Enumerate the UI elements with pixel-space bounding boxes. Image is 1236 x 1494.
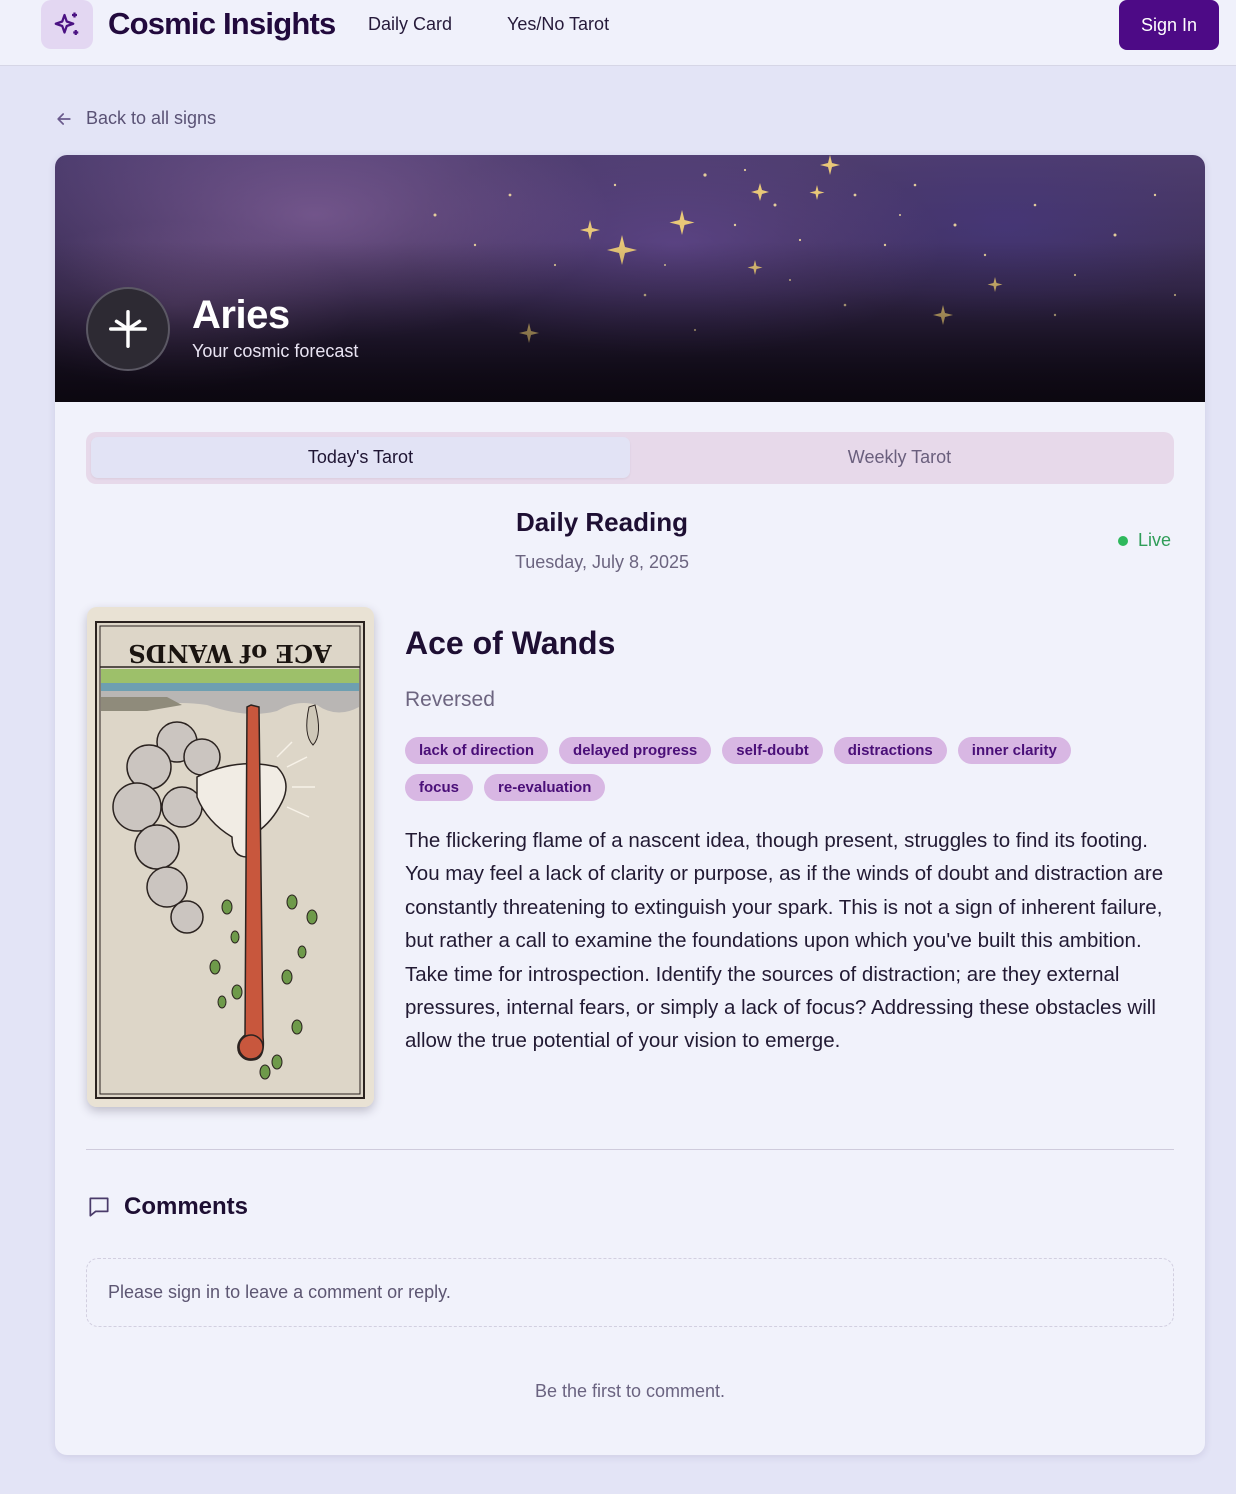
sign-subtitle: Your cosmic forecast bbox=[192, 341, 359, 361]
sign-in-button[interactable]: Sign In bbox=[1119, 0, 1219, 50]
tarot-tabs: Today's Tarot Weekly Tarot bbox=[86, 432, 1174, 484]
tarot-card-image: ACE of WANDS bbox=[87, 607, 374, 1107]
nav-daily-card[interactable]: Daily Card bbox=[368, 14, 452, 35]
live-label: Live bbox=[1138, 530, 1172, 550]
tab-weekly-tarot[interactable]: Weekly Tarot bbox=[630, 437, 1169, 478]
card-title-text: ACE of WANDS bbox=[128, 639, 332, 668]
hero-gradient-overlay bbox=[55, 155, 1205, 402]
reading-date: Tuesday, July 8, 2025 bbox=[514, 552, 690, 572]
keyword-chips: lack of direction delayed progress self-… bbox=[405, 737, 1125, 801]
keyword-chip: focus bbox=[405, 774, 474, 801]
back-link-label: Back to all signs bbox=[86, 108, 217, 128]
sparkles-icon bbox=[54, 12, 79, 35]
aries-sparkle-icon bbox=[109, 310, 147, 348]
message-square-icon bbox=[89, 1197, 109, 1217]
keyword-chip: lack of direction bbox=[405, 737, 549, 764]
nav-yes-no-tarot[interactable]: Yes/No Tarot bbox=[507, 14, 609, 35]
card-orientation: Reversed bbox=[405, 688, 495, 711]
live-dot-icon bbox=[1118, 535, 1128, 546]
back-to-all-signs-link[interactable]: Back to all signs bbox=[54, 108, 216, 129]
keyword-chip: re-evaluation bbox=[484, 774, 606, 801]
keyword-chip: self-doubt bbox=[722, 737, 823, 764]
live-status-badge: Live bbox=[1118, 530, 1171, 551]
aries-sign-badge bbox=[86, 287, 170, 371]
keyword-chip: inner clarity bbox=[957, 737, 1071, 764]
keyword-chip: delayed progress bbox=[559, 737, 712, 764]
ace-of-wands-illustration: ACE of WANDS bbox=[87, 607, 374, 1107]
tab-todays-tarot[interactable]: Today's Tarot bbox=[91, 437, 630, 478]
sign-in-to-comment-notice: Please sign in to leave a comment or rep… bbox=[86, 1258, 1174, 1327]
sign-name: Aries bbox=[192, 293, 290, 337]
brand-name[interactable]: Cosmic Insights bbox=[108, 6, 336, 42]
hero-banner: Aries Your cosmic forecast bbox=[55, 155, 1205, 402]
keyword-chip: distractions bbox=[833, 737, 947, 764]
top-navigation-bar: Cosmic Insights Daily Card Yes/No Tarot … bbox=[0, 0, 1236, 66]
section-divider bbox=[86, 1149, 1174, 1150]
arrow-left-icon bbox=[57, 112, 71, 125]
comments-title: Comments bbox=[124, 1193, 249, 1220]
no-comments-message: Be the first to comment. bbox=[534, 1381, 726, 1401]
reading-title: Daily Reading bbox=[516, 507, 688, 537]
horoscope-card: Aries Your cosmic forecast Today's Tarot… bbox=[55, 155, 1205, 1455]
comments-header: Comments bbox=[86, 1193, 248, 1221]
reading-description: The flickering flame of a nascent idea, … bbox=[405, 829, 1164, 1053]
logo[interactable] bbox=[41, 0, 93, 49]
tarot-card-name: Ace of Wands bbox=[405, 625, 616, 661]
